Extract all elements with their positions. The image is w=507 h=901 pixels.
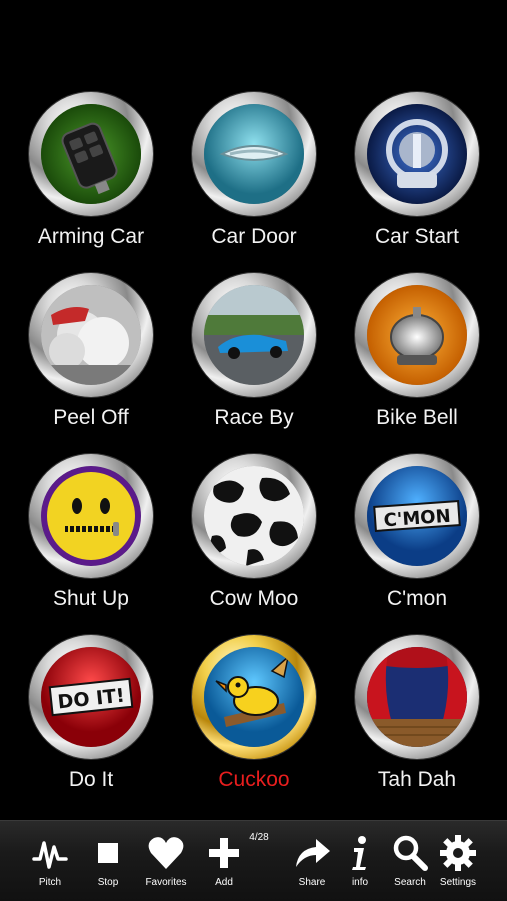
race-car-icon bbox=[204, 285, 304, 385]
sound-label: Car Start bbox=[374, 225, 460, 248]
sound-button-bike-bell[interactable]: Bike Bell bbox=[337, 273, 497, 443]
sound-label: Cuckoo bbox=[218, 768, 290, 791]
chrome-ring bbox=[355, 635, 479, 759]
heart-icon bbox=[146, 833, 186, 873]
chrome-ring bbox=[29, 92, 153, 216]
chrome-ring bbox=[29, 454, 153, 578]
sound-button-do-it[interactable]: DO IT! Do It bbox=[11, 635, 171, 805]
sound-button-arming-car[interactable]: Arming Car bbox=[11, 92, 171, 262]
toolbar-label: Stop bbox=[97, 877, 119, 888]
chrome-ring: C'MON bbox=[355, 454, 479, 578]
chrome-ring bbox=[192, 454, 316, 578]
sound-label: Car Door bbox=[211, 225, 297, 248]
sound-button-cow-moo[interactable]: Cow Moo bbox=[174, 454, 334, 624]
chrome-ring bbox=[192, 273, 316, 397]
info-button[interactable]: info bbox=[332, 821, 388, 901]
toolbar-label: Pitch bbox=[38, 877, 62, 888]
sound-label: Shut Up bbox=[53, 587, 129, 610]
sound-button-cuckoo[interactable]: Cuckoo bbox=[174, 635, 334, 805]
bike-bell-icon bbox=[367, 285, 467, 385]
toolbar-label: Favorites bbox=[145, 877, 187, 888]
sound-label: Peel Off bbox=[53, 406, 129, 429]
chrome-ring bbox=[29, 273, 153, 397]
cow-pattern-icon bbox=[204, 466, 304, 566]
sound-grid: Arming Car Car Door Car Start Peel Off R… bbox=[0, 0, 507, 820]
toolbar-label: Add bbox=[215, 877, 233, 888]
sound-button-cmon[interactable]: C'MON C'mon bbox=[337, 454, 497, 624]
chrome-ring: DO IT! bbox=[29, 635, 153, 759]
favorites-button[interactable]: Favorites bbox=[138, 821, 194, 901]
zipper-mouth-icon bbox=[41, 466, 141, 566]
gear-icon bbox=[438, 833, 478, 873]
search-icon bbox=[390, 833, 430, 873]
car-door-handle-icon bbox=[204, 104, 304, 204]
chrome-ring bbox=[355, 273, 479, 397]
sound-button-shut-up[interactable]: Shut Up bbox=[11, 454, 171, 624]
do-it-text-icon: DO IT! bbox=[41, 647, 141, 747]
cuckoo-bird-icon bbox=[204, 647, 304, 747]
pitch-button[interactable]: Pitch bbox=[22, 821, 78, 901]
sound-label: Do It bbox=[68, 768, 114, 791]
share-arrow-icon bbox=[292, 833, 332, 873]
sound-label: C'mon bbox=[386, 587, 448, 610]
cmon-text-icon: C'MON bbox=[367, 466, 467, 566]
chrome-ring bbox=[355, 92, 479, 216]
stop-button[interactable]: Stop bbox=[80, 821, 136, 901]
sound-button-peel-off[interactable]: Peel Off bbox=[11, 273, 171, 443]
sound-button-car-start[interactable]: Car Start bbox=[337, 92, 497, 262]
sound-label: Arming Car bbox=[37, 225, 145, 248]
ignition-key-icon bbox=[367, 104, 467, 204]
sound-label: Cow Moo bbox=[209, 587, 299, 610]
info-icon bbox=[340, 833, 380, 873]
burnout-smoke-icon bbox=[41, 285, 141, 385]
toolbar-label: Settings bbox=[439, 877, 477, 888]
sound-label: Tah Dah bbox=[377, 768, 457, 791]
sound-button-race-by[interactable]: Race By bbox=[174, 273, 334, 443]
toolbar-label: info bbox=[351, 877, 369, 888]
page-counter: 4/28 bbox=[249, 832, 269, 843]
sound-label: Race By bbox=[214, 406, 294, 429]
sound-button-tah-dah[interactable]: Tah Dah bbox=[337, 635, 497, 805]
chrome-ring bbox=[192, 92, 316, 216]
car-remote-icon bbox=[41, 104, 141, 204]
settings-button[interactable]: Settings bbox=[430, 821, 486, 901]
pitch-wave-icon bbox=[30, 833, 70, 873]
sound-label: Bike Bell bbox=[376, 406, 458, 429]
sound-button-car-door[interactable]: Car Door bbox=[174, 92, 334, 262]
gold-ring bbox=[192, 635, 316, 759]
stop-square-icon bbox=[88, 833, 128, 873]
stage-curtain-icon bbox=[367, 647, 467, 747]
plus-icon bbox=[204, 833, 244, 873]
